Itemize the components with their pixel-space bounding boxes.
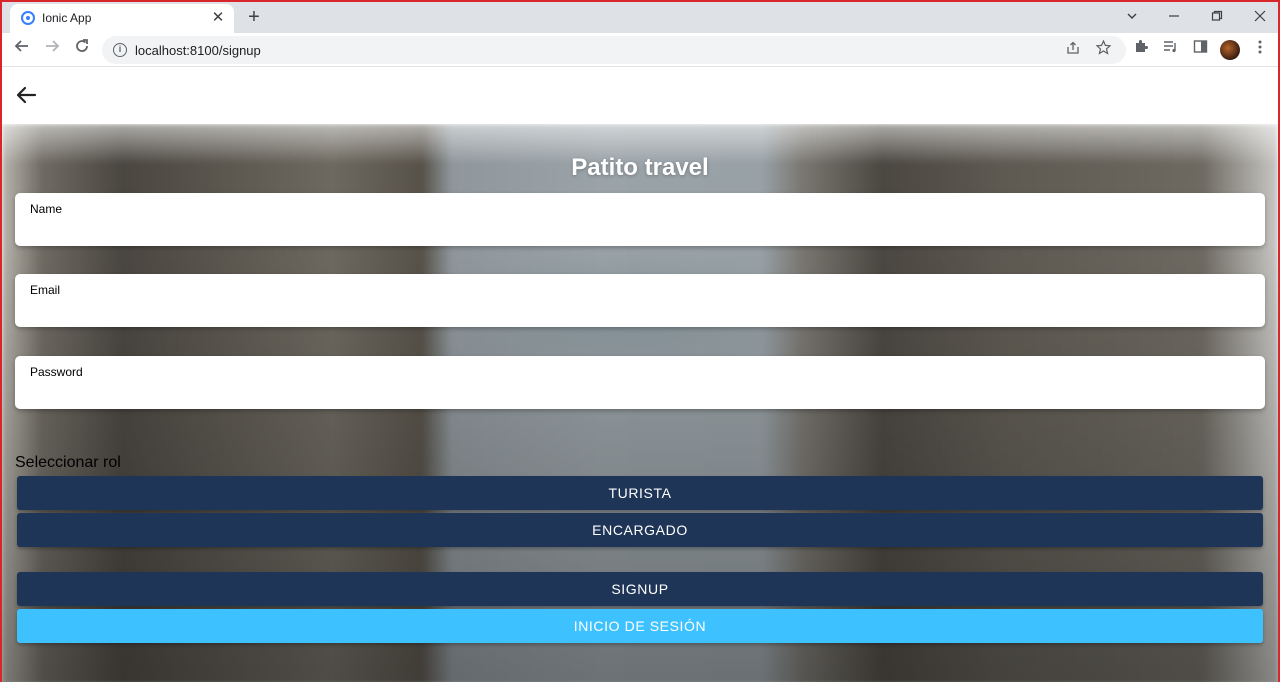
back-arrow-icon[interactable] — [14, 82, 40, 108]
browser-window: Ionic App ✕ + i localhost:8100/signup Pa… — [0, 0, 1280, 682]
more-menu-icon[interactable] — [1248, 38, 1272, 62]
close-window-icon[interactable] — [1248, 5, 1272, 29]
app-page: Patito travel Name Email Password Selecc… — [2, 68, 1278, 682]
page-title: Patito travel — [571, 154, 709, 181]
minimize-icon[interactable] — [1162, 5, 1186, 29]
turista-button[interactable]: TURISTA — [17, 476, 1263, 510]
password-input[interactable] — [30, 382, 1250, 404]
address-bar[interactable]: i localhost:8100/signup — [102, 36, 1126, 64]
name-input[interactable] — [30, 219, 1250, 241]
bookmark-star-icon[interactable] — [1092, 39, 1114, 61]
tab-close-icon[interactable]: ✕ — [208, 8, 228, 28]
login-button[interactable]: INICIO DE SESIÓN — [17, 609, 1263, 643]
tab-title: Ionic App — [42, 11, 92, 25]
password-label: Password — [30, 365, 83, 379]
name-field[interactable]: Name — [15, 193, 1265, 246]
reload-icon[interactable] — [70, 38, 94, 62]
signup-button[interactable]: SIGNUP — [17, 572, 1263, 606]
tab-ionic-app[interactable]: Ionic App ✕ — [10, 4, 234, 33]
url-text[interactable]: localhost:8100/signup — [135, 43, 261, 58]
role-select-label: Seleccionar rol — [15, 454, 121, 471]
ionic-favicon-icon — [21, 11, 35, 25]
extensions-icon[interactable] — [1128, 38, 1152, 62]
email-field[interactable]: Email — [15, 274, 1265, 327]
side-panel-icon[interactable] — [1188, 38, 1212, 62]
back-nav-icon[interactable] — [10, 38, 34, 62]
tab-search-icon[interactable] — [1120, 5, 1144, 29]
forward-nav-icon[interactable] — [40, 38, 64, 62]
password-field[interactable]: Password — [15, 356, 1265, 409]
name-label: Name — [30, 202, 63, 216]
email-input[interactable] — [30, 300, 1250, 322]
tab-strip: Ionic App ✕ + — [2, 2, 1278, 33]
email-label: Email — [30, 283, 61, 297]
restore-icon[interactable] — [1205, 5, 1229, 29]
encargado-button[interactable]: ENCARGADO — [17, 513, 1263, 547]
share-icon[interactable] — [1062, 39, 1084, 61]
profile-avatar[interactable] — [1220, 40, 1240, 60]
site-info-icon[interactable]: i — [113, 43, 127, 57]
media-queue-icon[interactable] — [1158, 38, 1182, 62]
new-tab-button[interactable]: + — [242, 6, 266, 30]
browser-toolbar: i localhost:8100/signup — [2, 33, 1278, 67]
app-header — [2, 68, 1278, 124]
